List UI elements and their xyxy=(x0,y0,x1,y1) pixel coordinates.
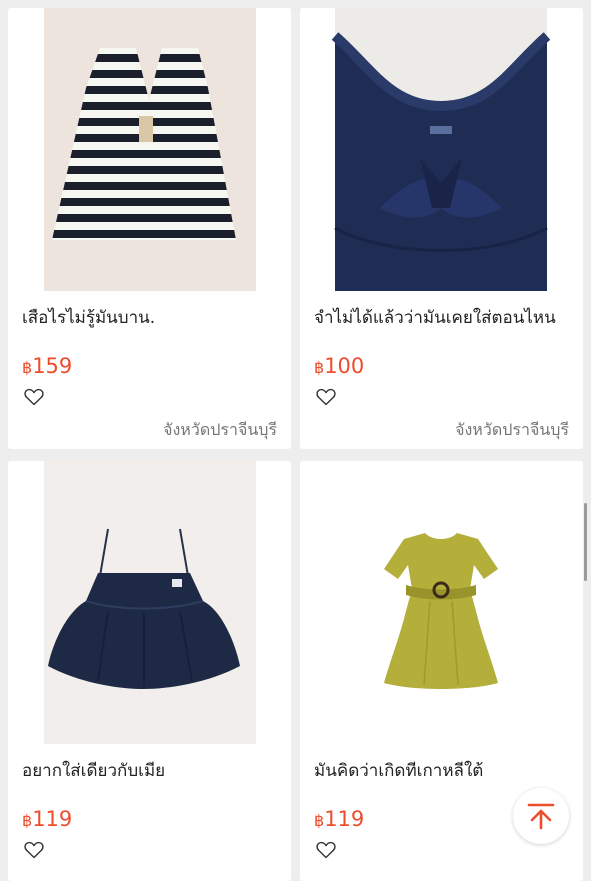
heart-outline-icon[interactable] xyxy=(316,388,336,406)
currency-symbol: ฿ xyxy=(314,811,325,830)
product-title[interactable]: เสือไรไม่รู้มันบาน. xyxy=(22,304,284,331)
currency-symbol: ฿ xyxy=(22,358,33,377)
product-image-striped-top[interactable] xyxy=(8,8,291,291)
scroll-to-top-button[interactable] xyxy=(513,788,569,844)
price-value: 119 xyxy=(324,807,365,831)
product-price: ฿100 xyxy=(314,354,364,378)
currency-symbol: ฿ xyxy=(314,358,325,377)
product-image-olive-dress[interactable] xyxy=(300,461,583,744)
product-card[interactable]: จำไม่ได้แล้วว่ามันเคยใส่ตอนไหน ฿100 จังห… xyxy=(300,8,583,449)
heart-outline-icon[interactable] xyxy=(24,388,44,406)
product-price: ฿119 xyxy=(314,807,364,831)
heart-outline-icon[interactable] xyxy=(316,841,336,859)
product-image-navy-ruffle-top[interactable] xyxy=(300,8,583,291)
price-value: 159 xyxy=(32,354,73,378)
seller-location: จังหวัดปราจีนบุรี xyxy=(455,420,569,439)
currency-symbol: ฿ xyxy=(22,811,33,830)
product-card[interactable]: อยากใส่เดียวกับเมีย ฿119 xyxy=(8,461,291,881)
product-price: ฿119 xyxy=(22,807,72,831)
product-title[interactable]: จำไม่ได้แล้วว่ามันเคยใส่ตอนไหน xyxy=(314,304,576,331)
product-title[interactable]: มันคิดว่าเกิดทีเกาหลีใต้ xyxy=(314,757,576,784)
product-image-navy-camisole[interactable] xyxy=(8,461,291,744)
product-card[interactable]: เสือไรไม่รู้มันบาน. ฿159 จังหวัดปราจีนบุ… xyxy=(8,8,291,449)
heart-outline-icon[interactable] xyxy=(24,841,44,859)
price-value: 119 xyxy=(32,807,73,831)
scrollbar-thumb[interactable] xyxy=(584,503,587,581)
price-value: 100 xyxy=(324,354,365,378)
seller-location: จังหวัดปราจีนบุรี xyxy=(163,420,277,439)
product-grid: เสือไรไม่รู้มันบาน. ฿159 จังหวัดปราจีนบุ… xyxy=(0,0,591,881)
arrow-up-bar-icon xyxy=(527,803,555,830)
product-title[interactable]: อยากใส่เดียวกับเมีย xyxy=(22,757,284,784)
product-price: ฿159 xyxy=(22,354,72,378)
